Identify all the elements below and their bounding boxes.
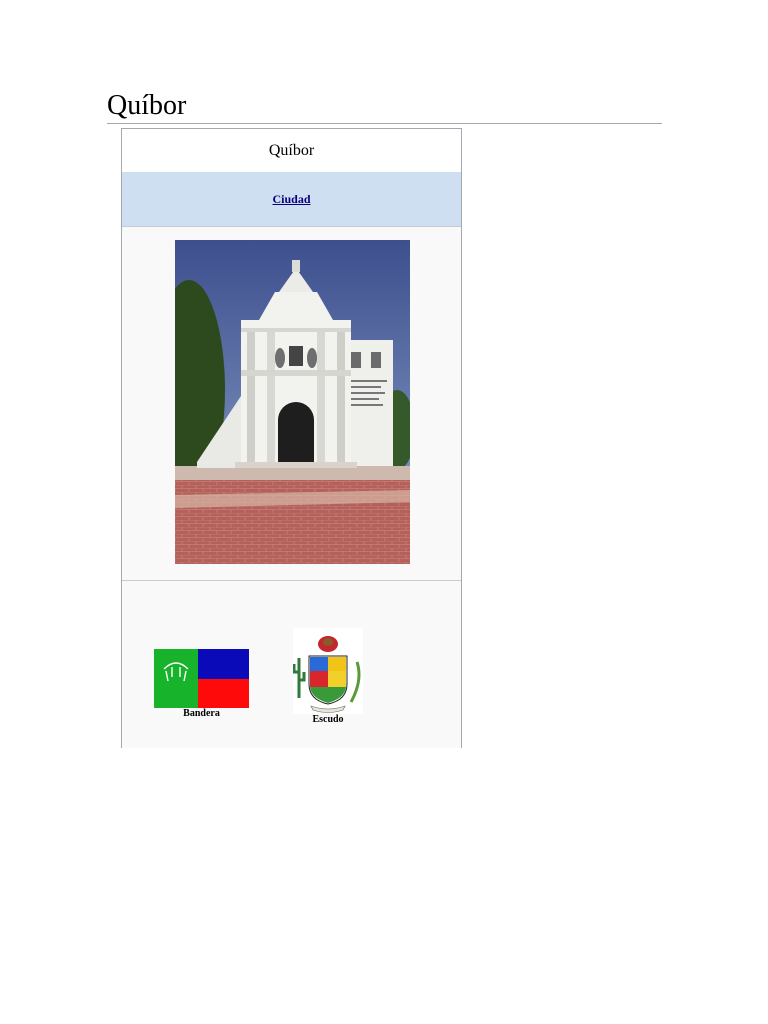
coat-of-arms-icon xyxy=(292,628,363,714)
title-divider xyxy=(107,123,662,124)
infobox-name: Quíbor xyxy=(268,141,315,159)
page-title: Quíbor xyxy=(107,90,187,121)
infobox-photo-row xyxy=(122,227,461,581)
flag-image[interactable] xyxy=(154,649,249,708)
infobox-type-row: Ciudad xyxy=(122,172,461,227)
ciudad-link[interactable]: Ciudad xyxy=(272,192,310,207)
church-photo[interactable] xyxy=(175,240,410,564)
infobox-symbols-row: Bandera Escudo xyxy=(122,581,461,749)
infobox-title: Quíbor xyxy=(122,129,461,173)
infobox: Quíbor Ciudad Bandera Escudo xyxy=(121,128,462,748)
church-photo-icon xyxy=(175,240,410,564)
flag-icon xyxy=(154,649,249,708)
coat-of-arms-caption: Escudo xyxy=(312,714,344,725)
flag-caption: Bandera xyxy=(183,708,220,719)
coat-of-arms-image[interactable] xyxy=(292,628,363,714)
